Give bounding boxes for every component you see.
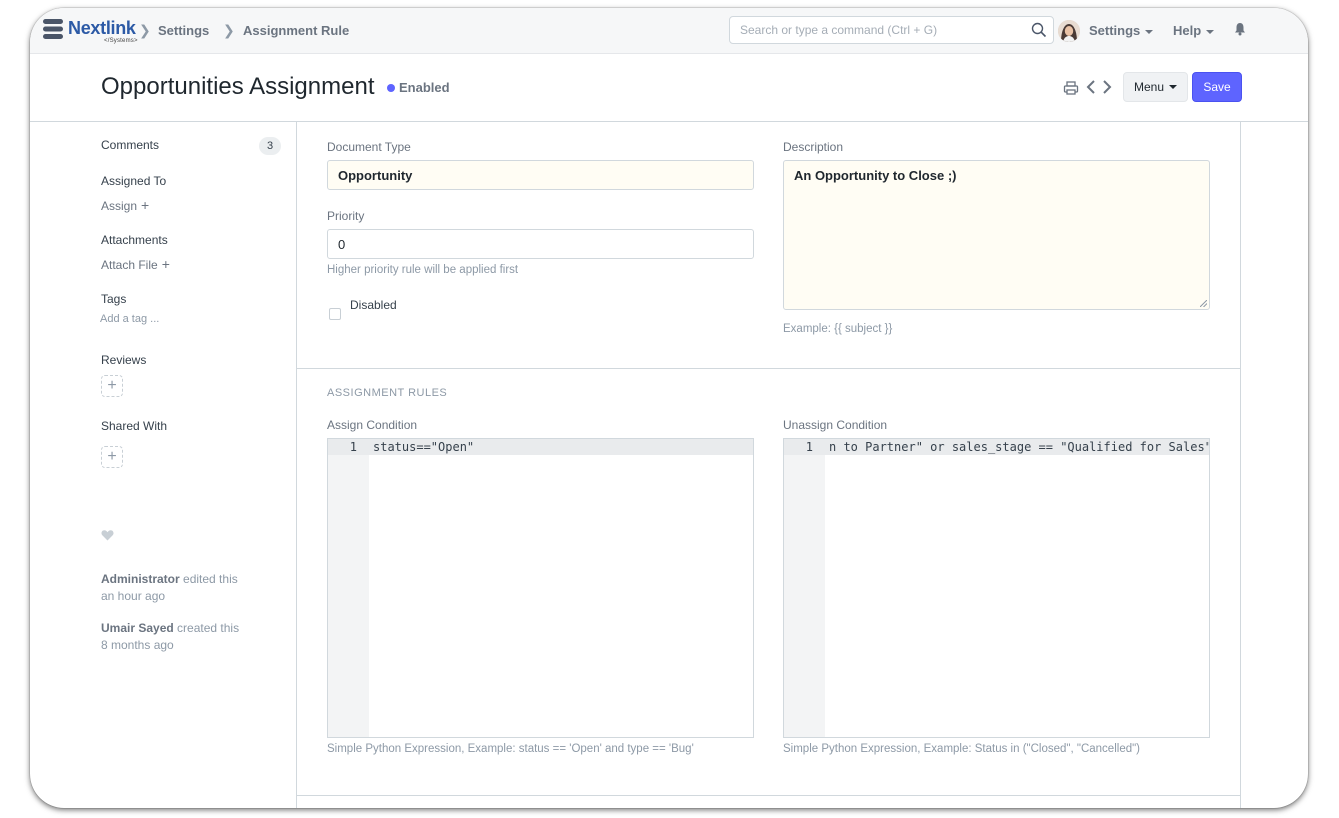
line-number: 1 — [349, 440, 357, 454]
chevron-down-icon — [1169, 85, 1178, 89]
activity-action: created this — [177, 621, 240, 635]
breadcrumb-separator-icon: ❯ — [223, 22, 235, 38]
activity-user[interactable]: Administrator — [101, 572, 180, 586]
document-type-label: Document Type — [327, 140, 411, 154]
description-help-text: Example: {{ subject }} — [783, 323, 893, 335]
attachments-label: Attachments — [101, 233, 168, 247]
line-number: 1 — [805, 440, 813, 454]
editor-gutter — [784, 439, 825, 737]
avatar[interactable] — [1058, 20, 1080, 42]
assign-link-label: Assign — [101, 199, 138, 213]
settings-dropdown[interactable]: Settings — [1089, 23, 1154, 38]
plus-icon: + — [141, 197, 150, 213]
bell-icon[interactable] — [1233, 22, 1247, 36]
chevron-right-icon[interactable] — [1101, 78, 1113, 96]
unassign-condition-help-text: Simple Python Expression, Example: Statu… — [783, 743, 1141, 755]
assigned-to-label: Assigned To — [101, 174, 167, 188]
help-dropdown-label: Help — [1173, 23, 1202, 38]
navbar: Nextlink </Systems> ❯ Settings ❯ Assignm… — [30, 8, 1308, 54]
plus-icon: + — [107, 448, 117, 465]
section-title: ASSIGNMENT RULES — [327, 387, 448, 399]
help-dropdown[interactable]: Help — [1173, 23, 1215, 38]
menu-button-label: Menu — [1133, 80, 1165, 94]
shared-with-label: Shared With — [101, 419, 168, 433]
logo-text: Nextlink — [68, 18, 136, 38]
resize-handle-icon[interactable] — [1200, 300, 1207, 307]
unassign-condition-label: Unassign Condition — [783, 418, 888, 432]
priority-help-text: Higher priority rule will be applied fir… — [327, 264, 519, 276]
section-divider — [296, 368, 1240, 369]
logo-icon — [43, 19, 63, 39]
comments-count-badge: 3 — [259, 137, 281, 155]
code-text[interactable]: status=="Open" — [373, 440, 474, 454]
form-main: Document Type Opportunity Priority 0 Hig… — [296, 122, 1241, 808]
description-label: Description — [783, 140, 844, 154]
chevron-down-icon — [1145, 29, 1154, 34]
plus-icon: + — [161, 256, 170, 272]
add-tag-link[interactable]: Add a tag ... — [100, 313, 159, 325]
activity-user[interactable]: Umair Sayed — [101, 621, 174, 635]
settings-dropdown-label: Settings — [1089, 23, 1141, 38]
activity-time: 8 months ago — [101, 638, 174, 652]
page-head: Opportunities Assignment Enabled Menu Sa… — [30, 54, 1308, 122]
editor-gutter — [328, 439, 369, 737]
attach-file-label: Attach File — [101, 258, 158, 272]
chevron-down-icon — [1206, 29, 1215, 34]
save-button[interactable]: Save — [1192, 72, 1242, 102]
assign-link[interactable]: Assign + — [101, 197, 149, 213]
search-input[interactable] — [730, 17, 1040, 43]
reviews-label: Reviews — [101, 353, 147, 367]
menu-button[interactable]: Menu — [1123, 72, 1188, 102]
unassign-condition-editor[interactable]: 1 n to Partner" or sales_stage == "Quali… — [783, 438, 1210, 738]
attach-file-link[interactable]: Attach File + — [101, 256, 170, 272]
description-textarea[interactable]: An Opportunity to Close ;) — [783, 160, 1210, 310]
priority-label: Priority — [327, 209, 365, 223]
page-title: Opportunities Assignment — [101, 73, 375, 100]
activity-time: an hour ago — [101, 589, 166, 603]
heart-icon[interactable] — [101, 529, 114, 541]
status-indicator-icon — [387, 84, 395, 92]
disabled-label[interactable]: Disabled — [350, 298, 397, 312]
user-avatar-icon — [1058, 20, 1080, 42]
plus-icon: + — [107, 377, 117, 394]
document-type-field[interactable]: Opportunity — [327, 160, 754, 190]
disabled-checkbox[interactable] — [329, 308, 341, 320]
section-divider — [296, 795, 1240, 796]
status-badge: Enabled — [399, 80, 450, 95]
logo-subtitle: </Systems> — [104, 38, 138, 44]
breadcrumb-separator-icon: ❯ — [139, 22, 151, 38]
assign-condition-editor[interactable]: 1 status=="Open" — [327, 438, 754, 738]
tags-label: Tags — [101, 292, 127, 306]
breadcrumb-assignment-rule[interactable]: Assignment Rule — [243, 23, 349, 38]
comments-label[interactable]: Comments — [101, 138, 159, 152]
search-icon[interactable] — [1031, 22, 1047, 38]
form-sidebar: Comments 3 Assigned To Assign + Attachmen… — [30, 122, 297, 808]
assign-condition-label: Assign Condition — [327, 418, 418, 432]
activity-item: Umair Sayed created this 8 months ago — [101, 620, 271, 654]
chevron-left-icon[interactable] — [1085, 78, 1097, 96]
print-icon[interactable] — [1063, 80, 1079, 96]
app-window: Nextlink </Systems> ❯ Settings ❯ Assignm… — [30, 8, 1308, 808]
description-text: An Opportunity to Close ;) — [794, 168, 957, 183]
activity-action: edited this — [183, 572, 238, 586]
priority-field[interactable]: 0 — [327, 229, 754, 259]
code-text[interactable]: n to Partner" or sales_stage == "Qualifi… — [829, 440, 1209, 454]
activity-item: Administrator edited this an hour ago — [101, 571, 271, 605]
breadcrumb-settings[interactable]: Settings — [158, 23, 209, 38]
add-review-button[interactable]: + — [101, 375, 123, 397]
assign-condition-help-text: Simple Python Expression, Example: statu… — [327, 743, 694, 755]
search-box — [729, 16, 1054, 44]
add-share-button[interactable]: + — [101, 446, 123, 468]
